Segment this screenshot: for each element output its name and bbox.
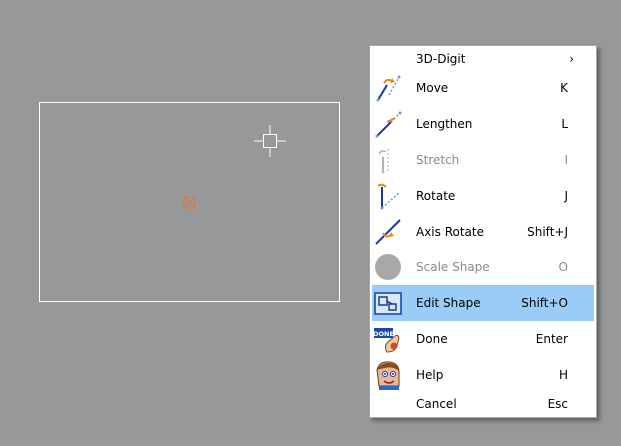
menu-item-axis-rotate[interactable]: Axis Rotate Shift+J [372,215,594,249]
anchor-point-icon [183,196,196,209]
shortcut-text: J [564,189,568,203]
menu-item-stretch[interactable]: Stretch I [372,143,594,177]
shortcut-text: Shift+O [521,296,568,310]
shortcut-text: L [561,117,568,131]
crosshair-cursor-icon [254,125,286,157]
shortcut-text: Enter [535,332,568,346]
menu-item-label: Move [416,81,449,95]
shortcut-text: I [564,153,568,167]
menu-item-move[interactable]: Move K [372,71,594,105]
shortcut-text: K [560,81,568,95]
done-icon: DONE [373,324,403,354]
menu-item-label: Edit Shape [416,296,481,310]
shortcut-text: H [558,368,568,382]
scale-shape-icon [373,252,403,282]
menu-item-edit-shape[interactable]: Edit Shape Shift+O [372,285,594,321]
menu-item-label: Axis Rotate [416,225,484,239]
menu-item-done[interactable]: DONE Done Enter [372,322,594,356]
shortcut-text: O [558,260,568,274]
menu-item-scale-shape[interactable]: Scale Shape O [372,250,594,284]
menu-item-label: Rotate [416,189,456,203]
menu-item-label: Stretch [416,153,460,167]
menu-item-label: Help [416,368,444,382]
menu-item-label: Done [416,332,448,346]
shortcut-text: Esc [547,397,568,411]
edit-shape-icon [373,288,403,318]
move-icon [373,73,403,103]
context-menu: 3D-Digit › Move K Lengthen L Stretch I R… [369,45,597,418]
menu-item-label: Cancel [416,397,457,411]
done-icon-text: DONE [373,330,394,338]
menu-item-label: Scale Shape [416,260,490,274]
rotate-icon [373,181,403,211]
stretch-icon [373,145,403,175]
lengthen-icon [373,109,403,139]
help-face-icon [373,360,403,390]
menu-item-cancel[interactable]: Cancel Esc [372,387,594,421]
menu-item-label: 3D-Digit [416,52,466,66]
menu-item-rotate[interactable]: Rotate J [372,179,594,213]
menu-item-lengthen[interactable]: Lengthen L [372,107,594,141]
shortcut-text: Shift+J [527,225,568,239]
menu-item-label: Lengthen [416,117,473,131]
axis-rotate-icon [373,217,403,247]
submenu-arrow-icon: › [569,52,574,66]
